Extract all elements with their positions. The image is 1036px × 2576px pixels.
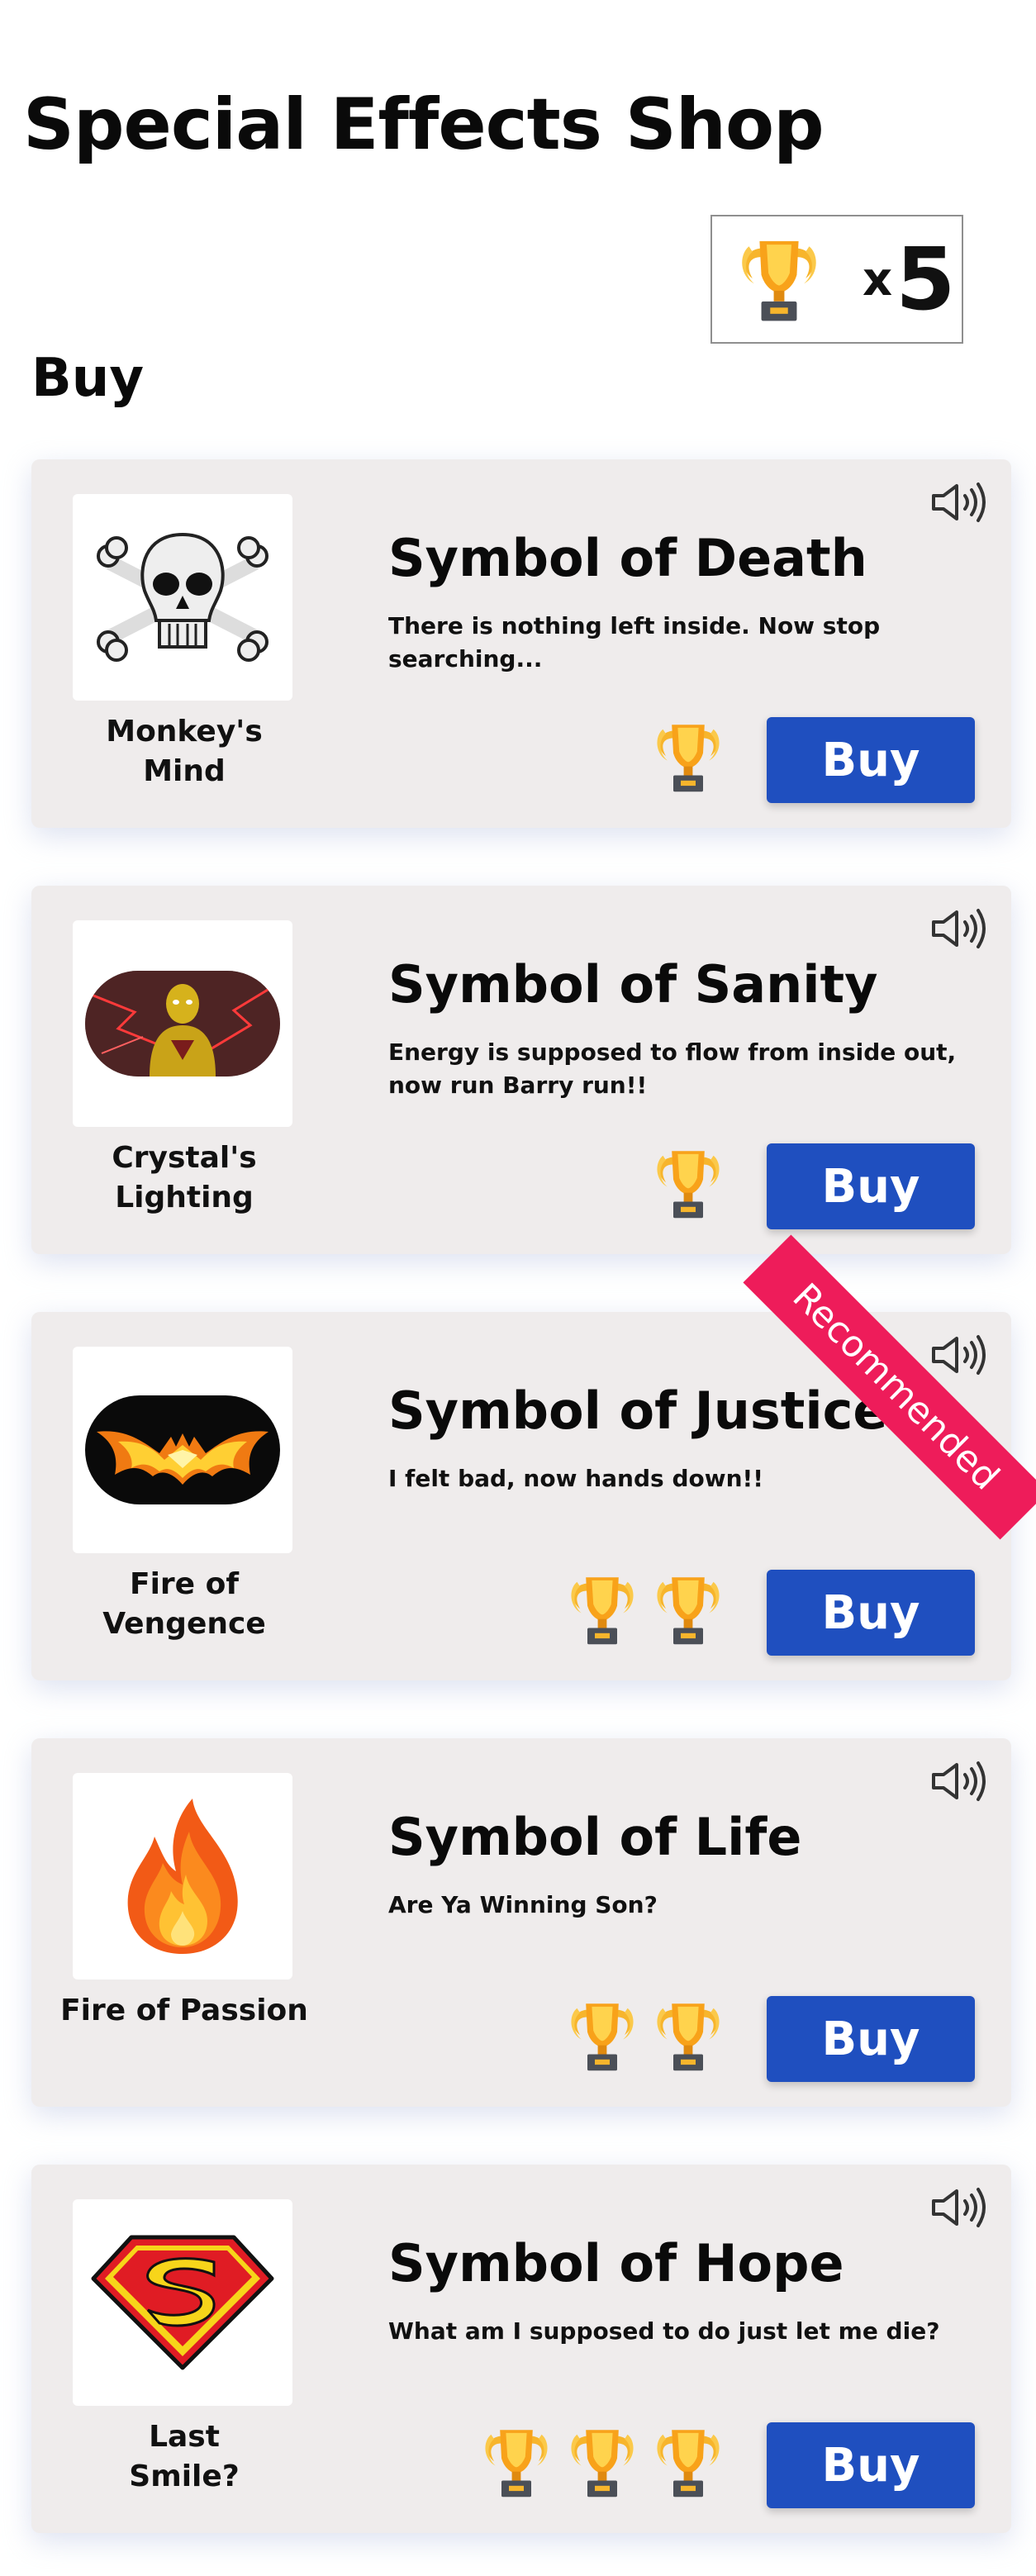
shop-page: Special Effects Shop x 5 Buy Monkey's Mi… xyxy=(0,0,1036,2576)
super-shield-icon xyxy=(91,2235,274,2370)
speaker-icon[interactable] xyxy=(929,1332,995,1378)
buy-button[interactable]: Buy xyxy=(767,1996,975,2082)
item-thumbnail xyxy=(73,920,292,1127)
buy-button[interactable]: Buy xyxy=(767,1143,975,1229)
shop-item-card: Crystal's Lighting Symbol of Sanity Ener… xyxy=(31,886,1011,1254)
speaker-icon[interactable] xyxy=(929,905,995,952)
item-thumbnail xyxy=(73,494,292,701)
shop-item-card: Last Smile? Symbol of Hope What am I sup… xyxy=(31,2165,1011,2533)
buy-button[interactable]: Buy xyxy=(767,1570,975,1656)
item-title: Symbol of Life xyxy=(388,1807,802,1867)
item-title: Symbol of Death xyxy=(388,528,867,588)
item-price xyxy=(479,2421,725,2503)
item-description: Energy is supposed to flow from inside o… xyxy=(388,1038,957,1099)
trophy-counter: x 5 xyxy=(710,215,963,344)
speedster-icon xyxy=(85,971,280,1077)
skull-crossbones-icon xyxy=(97,532,269,662)
trophy-icon xyxy=(651,2421,725,2503)
shop-item-card: Monkey's Mind Symbol of Death There is n… xyxy=(31,459,1011,828)
trophy-icon xyxy=(730,231,828,328)
item-price xyxy=(651,1142,725,1224)
counter-prefix: x xyxy=(863,252,893,307)
speaker-icon[interactable] xyxy=(929,2184,995,2231)
item-price xyxy=(651,715,725,798)
shop-item-card: Fire of Passion Symbol of Life Are Ya Wi… xyxy=(31,1738,1011,2107)
item-description: There is nothing left inside. Now stop s… xyxy=(388,612,881,673)
buy-section-heading: Buy xyxy=(31,348,145,409)
speaker-icon[interactable] xyxy=(929,1758,995,1804)
buy-button[interactable]: Buy xyxy=(767,2422,975,2508)
item-thumbnail-label: Last Smile? xyxy=(129,2420,240,2493)
item-price xyxy=(565,1994,725,2077)
item-thumbnail xyxy=(73,2199,292,2406)
trophy-icon xyxy=(651,1142,725,1224)
trophy-icon xyxy=(651,1568,725,1651)
item-title: Symbol of Sanity xyxy=(388,954,878,1015)
trophy-icon xyxy=(565,1568,639,1651)
flame-icon xyxy=(127,1799,238,1954)
trophy-icon xyxy=(565,1994,639,2077)
item-thumbnail-label: Fire of Vengence xyxy=(102,1567,266,1641)
trophy-count: 5 xyxy=(896,229,956,330)
flaming-bat-icon xyxy=(85,1395,280,1504)
item-title: Symbol of Hope xyxy=(388,2233,844,2293)
trophy-icon xyxy=(651,1994,725,2077)
item-thumbnail-label: Monkey's Mind xyxy=(106,715,263,788)
item-price xyxy=(565,1568,725,1651)
item-thumbnail-label: Fire of Passion xyxy=(60,1994,308,2027)
item-description: I felt bad, now hands down!! xyxy=(388,1465,764,1492)
page-title: Special Effects Shop xyxy=(23,83,825,166)
item-thumbnail-label: Crystal's Lighting xyxy=(112,1141,257,1214)
item-description: What am I supposed to do just let me die… xyxy=(388,2317,940,2345)
item-thumbnail xyxy=(73,1347,292,1553)
item-description: Are Ya Winning Son? xyxy=(388,1891,658,1918)
item-title: Symbol of Justice xyxy=(388,1381,888,1441)
speaker-icon[interactable] xyxy=(929,479,995,525)
trophy-icon xyxy=(479,2421,554,2503)
trophy-icon xyxy=(565,2421,639,2503)
buy-button[interactable]: Buy xyxy=(767,717,975,803)
trophy-icon xyxy=(651,715,725,798)
item-thumbnail xyxy=(73,1773,292,1980)
